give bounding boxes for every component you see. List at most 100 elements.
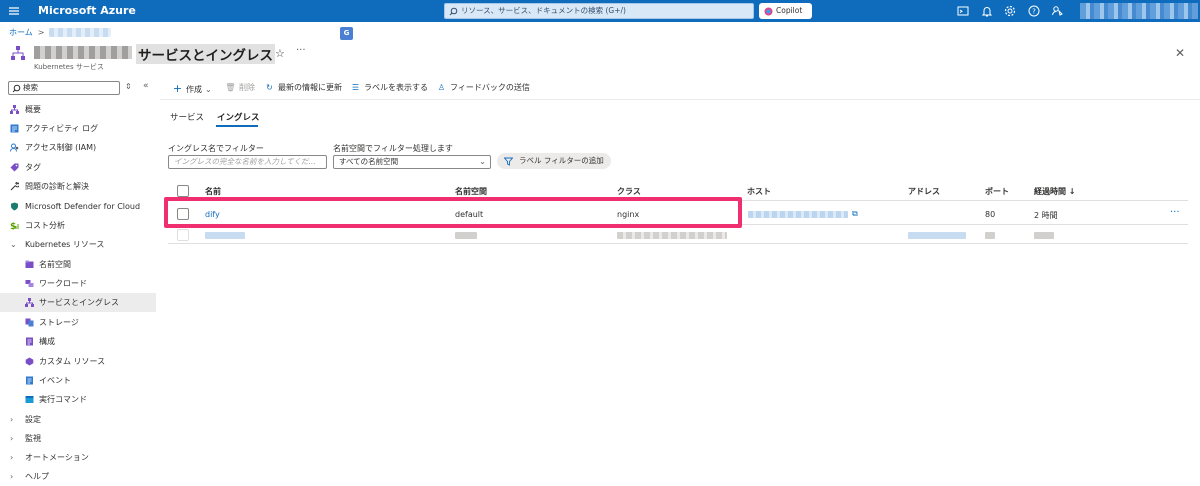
sidebar-item-label: サービスとイングレス <box>39 298 119 307</box>
help-icon[interactable]: ? <box>1027 4 1041 18</box>
column-header-host[interactable]: ホスト <box>747 186 771 197</box>
chevron-right-icon: › <box>10 453 14 462</box>
feedback-icon[interactable] <box>1050 4 1064 18</box>
sidebar-group-automation[interactable]: › オートメーション <box>0 448 156 467</box>
delete-button[interactable]: 🗑 削除 <box>225 82 255 93</box>
toolbar-divider <box>160 99 1200 100</box>
show-labels-button[interactable]: ☰ ラベルを表示する <box>350 82 428 93</box>
external-link-icon[interactable]: ⧉ <box>852 209 858 219</box>
column-header-age[interactable]: 経過時間 ↓ <box>1034 186 1076 197</box>
sidebar-item-services-ingress[interactable]: サービスとイングレス <box>0 293 156 312</box>
cell-class: nginx <box>617 210 640 219</box>
copilot-label: Copilot <box>776 6 803 15</box>
ingress-name-filter-input[interactable]: イングレスの完全な名前を入力してくだ... <box>168 155 327 169</box>
sidebar-item-configuration[interactable]: 構成 <box>0 332 156 351</box>
select-all-checkbox[interactable] <box>177 185 189 197</box>
column-header-port[interactable]: ポート <box>985 186 1009 197</box>
sidebar-group-help[interactable]: › ヘルプ <box>0 467 156 486</box>
sidebar-item-label: 構成 <box>39 337 55 346</box>
create-button[interactable]: + 作成 ⌄ <box>172 82 212 95</box>
cell-age-redacted <box>1034 232 1054 239</box>
table-header-divider <box>168 200 1188 201</box>
sidebar-item-label: ヘルプ <box>25 472 49 481</box>
sidebar-item-diagnose[interactable]: 問題の診断と解決 <box>0 177 156 196</box>
row-checkbox[interactable] <box>177 229 189 241</box>
sidebar-item-activity-log[interactable]: アクティビティ ログ <box>0 119 156 138</box>
sidebar-item-tags[interactable]: タグ <box>0 158 156 177</box>
sidebar-item-run-command[interactable]: 実行コマンド <box>0 390 156 409</box>
cloud-shell-icon[interactable] <box>956 4 970 18</box>
add-label-filter-button[interactable]: ラベル フィルターの追加 <box>497 153 611 169</box>
sidebar-item-storage[interactable]: ストレージ <box>0 313 156 332</box>
chevron-right-icon: › <box>10 415 14 424</box>
overview-icon <box>10 105 19 114</box>
translate-icon[interactable]: G <box>340 27 353 40</box>
svg-text:$: $ <box>10 222 16 230</box>
chevron-right-icon: › <box>10 434 14 443</box>
column-header-class[interactable]: クラス <box>617 186 641 197</box>
sidebar-item-label: 実行コマンド <box>39 395 87 404</box>
sidebar-item-events[interactable]: イベント <box>0 371 156 390</box>
more-icon[interactable]: ··· <box>1170 207 1180 218</box>
row-checkbox[interactable] <box>177 208 189 220</box>
add-label-filter-label: ラベル フィルターの追加 <box>519 156 604 165</box>
menu-icon[interactable] <box>7 4 21 18</box>
cell-namespace: default <box>455 210 484 219</box>
bell-icon[interactable] <box>980 4 994 18</box>
column-header-name[interactable]: 名前 <box>205 186 221 197</box>
cell-name-redacted[interactable] <box>205 232 245 239</box>
workload-icon <box>25 279 34 288</box>
sidebar-item-label: Microsoft Defender for Cloud <box>25 202 141 211</box>
sidebar-item-label: オートメーション <box>25 453 89 462</box>
sidebar-group-settings[interactable]: › 設定 <box>0 410 156 429</box>
sidebar-item-label: 概要 <box>25 105 41 114</box>
account-avatar[interactable] <box>1080 3 1198 19</box>
sidebar-item-label: カスタム リソース <box>39 357 106 366</box>
sidebar-item-namespaces[interactable]: 名前空間 <box>0 255 156 274</box>
shield-icon <box>10 202 19 211</box>
namespace-filter-label: 名前空間でフィルター処理します <box>333 144 453 153</box>
namespace-filter-value: すべての名前空間 <box>339 157 399 166</box>
tab-ingress[interactable]: イングレス <box>217 111 260 123</box>
breadcrumb-resource[interactable] <box>49 28 112 37</box>
sidebar-item-custom-resources[interactable]: カスタム リソース <box>0 352 156 371</box>
sort-icon[interactable]: ⇕ <box>125 82 132 91</box>
star-icon[interactable]: ☆ <box>275 47 285 60</box>
column-header-namespace[interactable]: 名前空間 <box>455 186 487 197</box>
sidebar-group-monitoring[interactable]: › 監視 <box>0 429 156 448</box>
sidebar-item-cost-analysis[interactable]: $ コスト分析 <box>0 216 156 235</box>
sidebar-item-label: イベント <box>39 376 71 385</box>
tab-services[interactable]: サービス <box>170 111 204 123</box>
collapse-sidebar-icon[interactable]: « <box>143 81 149 91</box>
cell-name-link[interactable]: dify <box>205 210 220 219</box>
wrench-icon <box>10 182 19 191</box>
sidebar-search-input[interactable]: 検索 <box>8 81 120 95</box>
refresh-button[interactable]: ↻ 最新の情報に更新 <box>264 82 342 93</box>
column-header-address[interactable]: アドレス <box>908 186 940 197</box>
sidebar-item-workloads[interactable]: ワークロード <box>0 274 156 293</box>
sidebar-item-label: タグ <box>25 163 41 172</box>
sidebar-item-overview[interactable]: 概要 <box>0 100 156 119</box>
brand-title[interactable]: Microsoft Azure <box>38 4 136 17</box>
sidebar-item-iam[interactable]: アクセス制御 (IAM) <box>0 138 156 157</box>
cost-icon: $ <box>10 221 19 230</box>
page-subtitle: Kubernetes サービス <box>34 63 104 71</box>
search-icon <box>449 7 458 16</box>
breadcrumb-home[interactable]: ホーム <box>9 28 33 37</box>
services-icon <box>25 298 34 307</box>
sidebar-item-defender[interactable]: Microsoft Defender for Cloud <box>0 197 156 216</box>
svg-text:?: ? <box>1032 8 1036 16</box>
close-icon[interactable]: ✕ <box>1175 46 1185 60</box>
more-icon[interactable]: ··· <box>296 45 306 56</box>
sidebar-group-kubernetes-resources[interactable]: ⌄ Kubernetes リソース <box>0 235 156 254</box>
namespace-filter-select[interactable]: すべての名前空間 ⌄ <box>333 155 491 169</box>
cell-class-redacted <box>617 232 727 239</box>
gear-icon[interactable] <box>1003 4 1017 18</box>
sidebar-item-label: 監視 <box>25 434 41 443</box>
cell-host-redacted[interactable] <box>748 211 848 218</box>
copilot-button[interactable]: Copilot <box>759 3 812 19</box>
feedback-label: フィードバックの送信 <box>450 83 530 92</box>
label-list-icon: ☰ <box>351 83 360 92</box>
feedback-button[interactable]: ♙ フィードバックの送信 <box>436 82 530 93</box>
global-search-input[interactable]: リソース、サービス、ドキュメントの検索 (G+/) <box>444 3 754 19</box>
